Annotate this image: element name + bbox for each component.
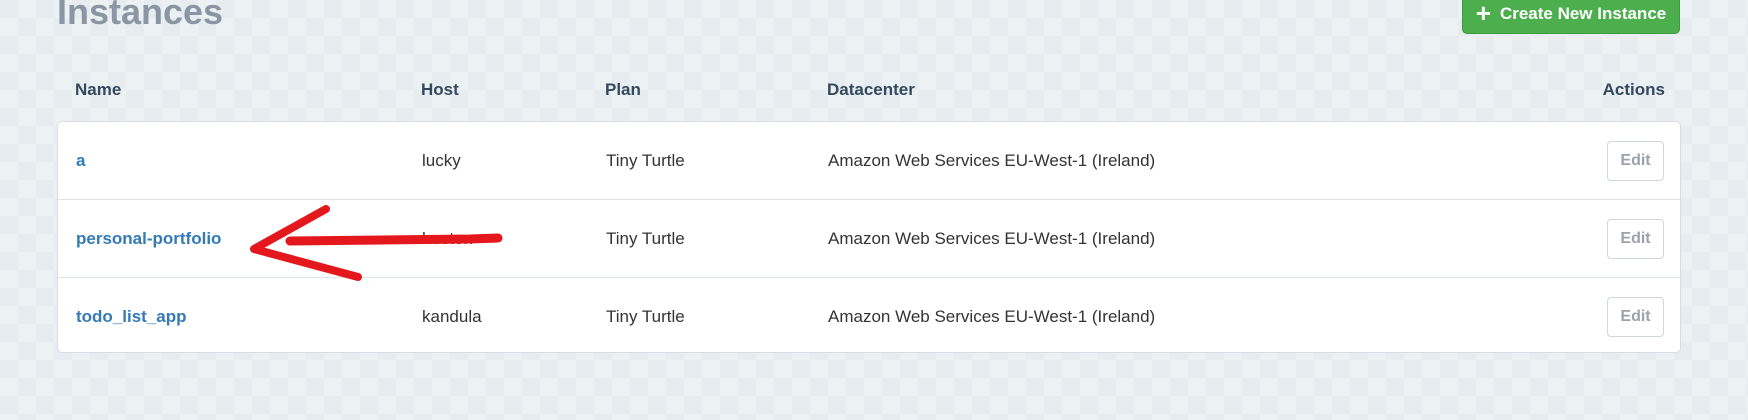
instance-host: kandula bbox=[422, 306, 482, 326]
instance-datacenter: Amazon Web Services EU-West-1 (Ireland) bbox=[828, 306, 1156, 326]
instance-datacenter: Amazon Web Services EU-West-1 (Ireland) bbox=[828, 228, 1156, 248]
instance-name-cell: personal-portfolio bbox=[76, 200, 221, 277]
instance-plan: Tiny Turtle bbox=[606, 306, 685, 326]
instance-name-link[interactable]: todo_list_app bbox=[76, 307, 187, 327]
page-title: Instances bbox=[57, 0, 224, 32]
header-plan: Plan bbox=[605, 80, 641, 99]
instance-datacenter: Amazon Web Services EU-West-1 (Ireland) bbox=[828, 150, 1156, 170]
create-new-instance-label: Create New Instance bbox=[1499, 4, 1667, 23]
header-datacenter: Datacenter bbox=[827, 80, 915, 99]
header-host: Host bbox=[421, 80, 459, 99]
table-row: personal-portfolio hosten Tiny Turtle Am… bbox=[58, 200, 1680, 278]
create-new-instance-button[interactable]: + Create New Instance bbox=[1462, 0, 1680, 34]
instance-name-cell: a bbox=[76, 122, 85, 199]
instance-host: lucky bbox=[422, 150, 461, 170]
edit-button[interactable]: Edit bbox=[1607, 140, 1664, 181]
instance-name-link[interactable]: personal-portfolio bbox=[76, 229, 221, 249]
edit-button[interactable]: Edit bbox=[1607, 296, 1664, 337]
plus-icon: + bbox=[1475, 0, 1491, 28]
instance-actions: Edit bbox=[1607, 278, 1664, 352]
instance-name-link[interactable]: a bbox=[76, 151, 85, 171]
header-actions: Actions bbox=[1602, 80, 1665, 99]
instance-actions: Edit bbox=[1607, 122, 1664, 199]
instances-table: a lucky Tiny Turtle Amazon Web Services … bbox=[57, 121, 1681, 353]
instance-host: hosten bbox=[422, 228, 474, 248]
instance-actions: Edit bbox=[1607, 200, 1664, 277]
table-header: Name Host Plan Datacenter Actions bbox=[57, 78, 1681, 104]
edit-button[interactable]: Edit bbox=[1607, 218, 1664, 259]
instance-name-cell: todo_list_app bbox=[76, 278, 187, 352]
header-name: Name bbox=[75, 80, 122, 99]
instance-plan: Tiny Turtle bbox=[606, 150, 685, 170]
instance-plan: Tiny Turtle bbox=[606, 228, 685, 248]
table-row: a lucky Tiny Turtle Amazon Web Services … bbox=[58, 122, 1680, 200]
table-row: todo_list_app kandula Tiny Turtle Amazon… bbox=[58, 278, 1680, 352]
